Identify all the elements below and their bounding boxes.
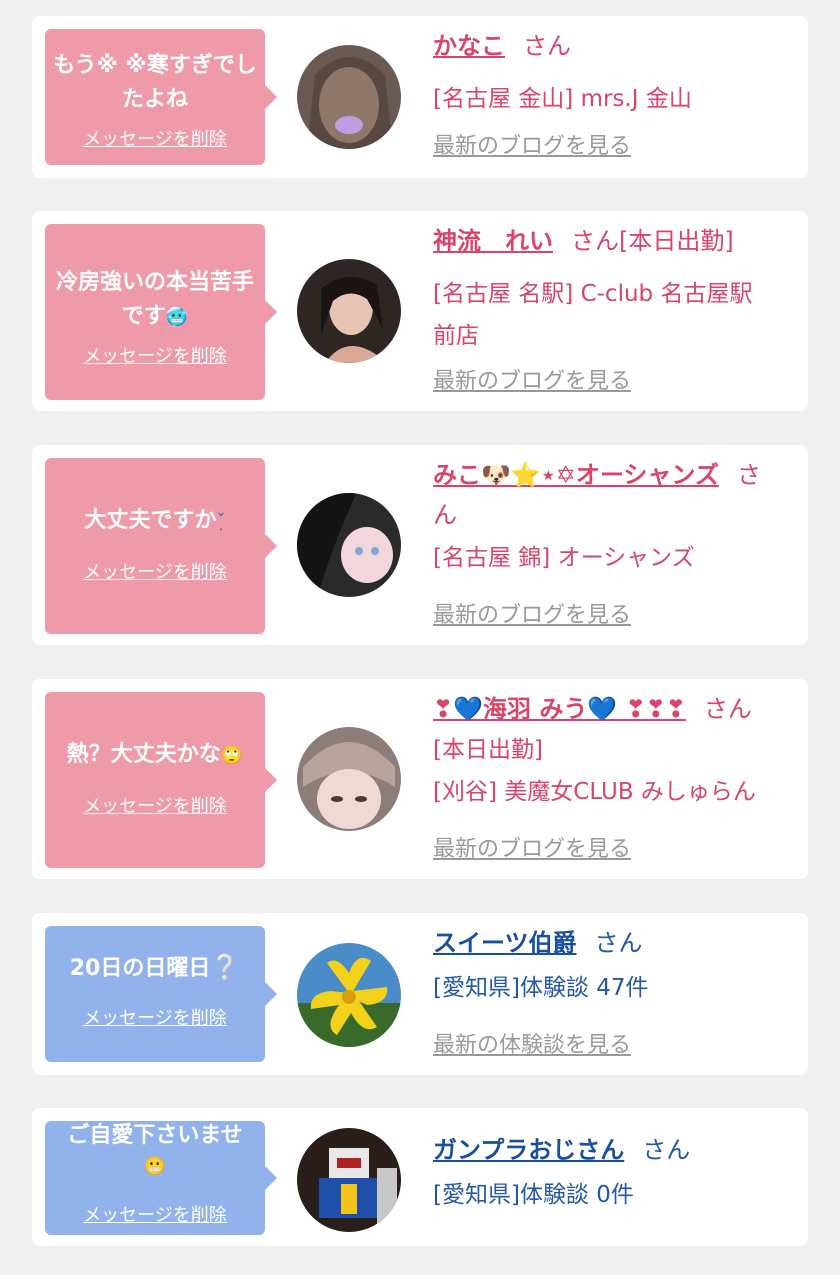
honorific: さん: [523, 32, 571, 60]
delete-message-link[interactable]: メッセージを削除: [45, 342, 265, 368]
delete-message-link[interactable]: メッセージを削除: [45, 558, 265, 584]
message-bubble: 冷房強いの本当苦手です🥶 メッセージを削除: [45, 224, 277, 400]
message-bubble: もう※ ※寒すぎでしたよね メッセージを削除: [45, 29, 277, 165]
latest-blog-link[interactable]: 最新のブログを見る: [433, 128, 631, 160]
user-name-link[interactable]: ガンプラおじさん: [433, 1136, 624, 1164]
latest-blog-link[interactable]: 最新のブログを見る: [433, 363, 631, 395]
delete-message-link[interactable]: メッセージを削除: [45, 1004, 265, 1030]
delete-message-link[interactable]: メッセージを削除: [45, 125, 265, 151]
message-text: ご自愛下さいませ 😬: [67, 1123, 243, 1177]
message-card: もう※ ※寒すぎでしたよね メッセージを削除 かなこ さん [名古屋 金山] mr…: [32, 16, 808, 178]
message-card: 20日の日曜日❔ メッセージを削除 スイーツ伯爵 さん [愛知県]体験談 47件 …: [32, 913, 808, 1075]
review-count: [愛知県]体験談 47件: [433, 975, 649, 1001]
shop-info: 前店: [433, 323, 479, 349]
message-card: ご自愛下さいませ 😬 メッセージを削除 ガンプラおじさん さん [愛知県]体験談 0…: [32, 1108, 808, 1246]
message-card: 大丈夫ですかˇ̣ メッセージを削除 みこ🐶⭐⋆✡オーシャンズさ ん [名古屋 錦…: [32, 445, 808, 645]
message-text: 大丈夫ですかˇ̣: [84, 508, 226, 533]
avatar-photo: [297, 45, 401, 149]
latest-review-link[interactable]: 最新の体験談を見る: [433, 1027, 631, 1059]
avatar[interactable]: [297, 493, 401, 597]
tear-icon: ˇ̣: [216, 511, 226, 532]
avatar[interactable]: [297, 1128, 401, 1232]
shop-info: [名古屋 金山] mrs.J 金山: [433, 86, 692, 112]
latest-blog-link[interactable]: 最新のブログを見る: [433, 831, 631, 863]
shop-info: [刈谷] 美魔女CLUB みしゅらん: [433, 779, 756, 805]
question-icon: ❔: [210, 953, 241, 981]
user-name-link[interactable]: かなこ: [433, 32, 505, 60]
message-text: 熱？大丈夫かな🙄: [66, 742, 244, 767]
message-bubble: 大丈夫ですかˇ̣ メッセージを削除: [45, 458, 277, 634]
status-info: [本日出勤]: [433, 737, 543, 763]
avatar[interactable]: [297, 727, 401, 831]
honorific-continued: ん: [433, 501, 457, 529]
message-text: 冷房強いの本当苦手です🥶: [55, 270, 254, 329]
message-bubble: 20日の日曜日❔ メッセージを削除: [45, 926, 277, 1062]
user-name-link[interactable]: 神流 れい: [433, 227, 553, 255]
honorific: さん: [642, 1136, 691, 1164]
avatar-photo: [297, 493, 401, 597]
message-text: 20日の日曜日❔: [69, 953, 241, 981]
message-list: もう※ ※寒すぎでしたよね メッセージを削除 かなこ さん [名古屋 金山] mr…: [0, 0, 840, 1275]
eye-roll-icon: 🙄: [220, 745, 244, 766]
user-name-link[interactable]: ❣💙海羽 みう💙 ❣❣❣: [433, 695, 686, 723]
user-name-link[interactable]: スイーツ伯爵: [433, 929, 577, 957]
avatar[interactable]: [297, 943, 401, 1047]
avatar-photo: [297, 943, 401, 1047]
message-card: 熱？大丈夫かな🙄 メッセージを削除 ❣💙海羽 みう💙 ❣❣❣ さん [本日出勤] …: [32, 679, 808, 879]
avatar[interactable]: [297, 45, 401, 149]
honorific: さん[本日出勤]: [571, 227, 734, 255]
cold-face-icon: 🥶: [165, 307, 189, 328]
user-name-link[interactable]: みこ🐶⭐⋆✡オーシャンズ: [433, 461, 719, 489]
message-card: 冷房強いの本当苦手です🥶 メッセージを削除 神流 れい さん[本日出勤] [名古屋…: [32, 211, 808, 411]
message-bubble: 熱？大丈夫かな🙄 メッセージを削除: [45, 692, 277, 868]
delete-message-link[interactable]: メッセージを削除: [45, 1201, 265, 1227]
shop-info: [名古屋 錦] オーシャンズ: [433, 545, 695, 571]
delete-message-link[interactable]: メッセージを削除: [45, 792, 265, 818]
message-bubble: ご自愛下さいませ 😬 メッセージを削除: [45, 1121, 277, 1235]
message-text: もう※ ※寒すぎでしたよね: [53, 53, 257, 112]
grimace-icon: 😬: [143, 1156, 167, 1177]
latest-blog-link[interactable]: 最新のブログを見る: [433, 597, 631, 629]
honorific: さん: [594, 929, 643, 957]
shop-info: [名古屋 名駅] C-club 名古屋駅: [433, 281, 753, 307]
avatar-photo: [297, 1128, 401, 1232]
avatar-photo: [297, 259, 401, 363]
avatar[interactable]: [297, 259, 401, 363]
honorific: さ: [736, 461, 761, 489]
avatar-photo: [297, 727, 401, 831]
review-count: [愛知県]体験談 0件: [433, 1182, 634, 1208]
honorific: さん: [703, 695, 752, 723]
